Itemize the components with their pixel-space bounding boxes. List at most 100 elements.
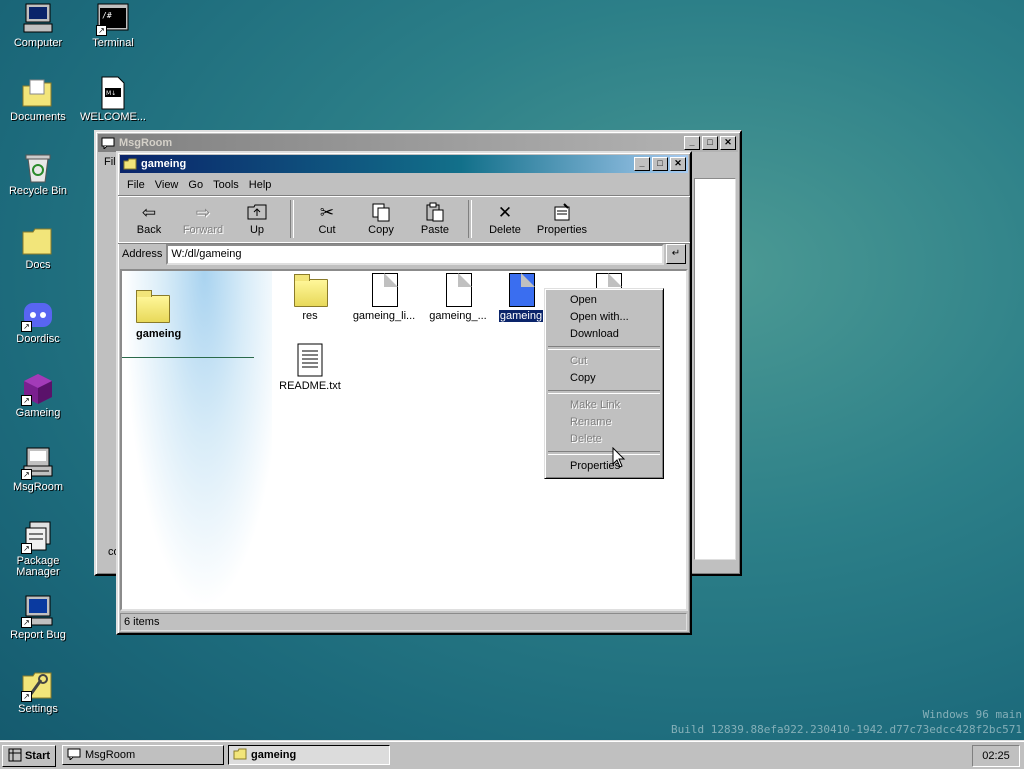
address-bar: Address W:/dl/gameing ↵: [118, 243, 690, 265]
back-arrow-icon: ⇦: [141, 203, 157, 222]
ctx-open[interactable]: Open: [545, 292, 663, 309]
file-label: gameing: [497, 309, 545, 323]
start-button[interactable]: Start: [2, 745, 56, 767]
msgroom-side-panel: [694, 178, 736, 560]
menu-separator: [548, 390, 660, 394]
desktop-icon-report-bug[interactable]: ↗ Report Bug: [1, 594, 75, 641]
menu-file[interactable]: File: [122, 179, 150, 191]
copy-icon: [354, 202, 408, 224]
menu-help[interactable]: Help: [244, 179, 277, 191]
address-input[interactable]: W:/dl/gameing: [166, 243, 664, 265]
explorer-title: gameing: [141, 158, 187, 170]
ctx-cut[interactable]: Cut: [545, 353, 663, 370]
copy-button[interactable]: Copy: [354, 202, 408, 236]
maximize-button[interactable]: □: [702, 136, 718, 150]
up-button[interactable]: Up: [230, 202, 284, 236]
address-go-button[interactable]: ↵: [666, 244, 686, 264]
menu-separator: [548, 346, 660, 350]
paste-button[interactable]: Paste: [408, 202, 462, 236]
back-button[interactable]: ⇦ Back: [122, 202, 176, 236]
desktop-icon-documents[interactable]: Documents: [1, 76, 75, 123]
desktop-icon-recycle-bin[interactable]: Recycle Bin: [1, 150, 75, 197]
svg-text:M↓: M↓: [106, 90, 116, 97]
desktop-icon-label: Report Bug: [10, 629, 66, 641]
minimize-button[interactable]: _: [684, 136, 700, 150]
cut-button[interactable]: ✂ Cut: [300, 202, 354, 236]
copy-label: Copy: [368, 224, 394, 236]
close-button[interactable]: ✕: [670, 157, 686, 171]
file-item-res[interactable]: res: [272, 273, 348, 322]
toolbar-separator: [290, 200, 294, 238]
mouse-cursor-icon: [612, 446, 626, 472]
forward-label: Forward: [182, 224, 224, 236]
desktop-icon-msgroom[interactable]: ↗ MsgRoom: [1, 446, 75, 493]
desktop-icon-welcome[interactable]: M↓ WELCOME...: [76, 76, 150, 123]
msgroom-title-icon: [101, 137, 115, 151]
ctx-copy[interactable]: Copy: [545, 370, 663, 387]
settings-icon: ↗: [21, 668, 55, 702]
folder-small-icon: [233, 748, 247, 763]
desktop-icon-settings[interactable]: ↗ Settings: [1, 668, 75, 715]
desktop-icon-label: Recycle Bin: [8, 185, 68, 197]
menu-tools[interactable]: Tools: [208, 179, 244, 191]
properties-label: Properties: [536, 224, 588, 236]
file-item-gameing-li[interactable]: gameing_li...: [346, 273, 422, 322]
delete-button[interactable]: ✕ Delete: [478, 202, 532, 236]
scissors-icon: ✂: [319, 203, 335, 222]
delete-x-icon: ✕: [497, 203, 513, 222]
ctx-download[interactable]: Download: [545, 326, 663, 343]
shortcut-arrow-icon: ↗: [21, 321, 32, 332]
file-icon: [368, 273, 400, 307]
taskbar-item-gameing[interactable]: gameing: [228, 745, 390, 765]
minimize-button[interactable]: _: [634, 157, 650, 171]
folder-title-icon: [123, 158, 137, 170]
desktop-icon-doordisc[interactable]: ↗ Doordisc: [1, 298, 75, 345]
folder-info-divider: [122, 357, 254, 358]
desktop-icon-package-manager[interactable]: ↗ Package Manager: [1, 520, 75, 578]
build-watermark-line2: Build 12839.88efa922.230410-1942.d77c73e…: [671, 723, 1022, 736]
address-label: Address: [122, 248, 163, 260]
menu-go[interactable]: Go: [183, 179, 208, 191]
desktop-icon-label: Package Manager: [16, 555, 60, 578]
desktop-icon-docs[interactable]: Docs: [1, 224, 75, 271]
ctx-rename[interactable]: Rename: [545, 414, 663, 431]
properties-button[interactable]: Properties: [532, 202, 592, 236]
back-label: Back: [136, 224, 162, 236]
file-item-readme[interactable]: README.txt: [272, 343, 348, 392]
ctx-open-with[interactable]: Open with...: [545, 309, 663, 326]
explorer-statusbar: 6 items: [120, 613, 687, 631]
file-label: res: [302, 310, 318, 322]
forward-button[interactable]: ⇨ Forward: [176, 202, 230, 236]
paste-icon: [408, 202, 462, 224]
folder-icon: [294, 273, 328, 307]
text-file-icon: [294, 343, 326, 377]
documents-folder-icon: [21, 76, 55, 110]
maximize-button[interactable]: □: [652, 157, 668, 171]
ctx-properties[interactable]: Properties: [545, 458, 663, 475]
shortcut-arrow-icon: ↗: [21, 469, 32, 480]
report-bug-icon: ↗: [21, 594, 55, 628]
shortcut-arrow-icon: ↗: [21, 617, 32, 628]
desktop-icon-gameing[interactable]: ↗ Gameing: [1, 372, 75, 419]
ctx-make-link[interactable]: Make Link: [545, 397, 663, 414]
system-clock[interactable]: 02:25: [972, 745, 1020, 767]
properties-icon: [532, 202, 592, 224]
msgroom-titlebar[interactable]: MsgRoom _ □ ✕: [98, 134, 738, 152]
menu-separator: [548, 451, 660, 455]
taskbar-item-msgroom[interactable]: MsgRoom: [62, 745, 224, 765]
desktop-icon-computer[interactable]: Computer: [1, 2, 75, 49]
file-label: README.txt: [279, 380, 341, 392]
desktop-icon-label: Gameing: [15, 407, 61, 419]
explorer-titlebar[interactable]: gameing _ □ ✕: [120, 155, 688, 173]
desktop-icon-label: Terminal: [92, 37, 134, 49]
desktop-icon-terminal[interactable]: /# ↗ Terminal: [76, 2, 150, 49]
menu-view[interactable]: View: [150, 179, 184, 191]
desktop-icon-label: Settings: [18, 703, 58, 715]
svg-text:/#: /#: [102, 11, 112, 20]
close-button[interactable]: ✕: [720, 136, 736, 150]
ctx-delete[interactable]: Delete: [545, 431, 663, 448]
file-icon: [442, 273, 474, 307]
up-label: Up: [249, 224, 265, 236]
folder-icon: [21, 224, 55, 258]
paste-label: Paste: [420, 224, 450, 236]
